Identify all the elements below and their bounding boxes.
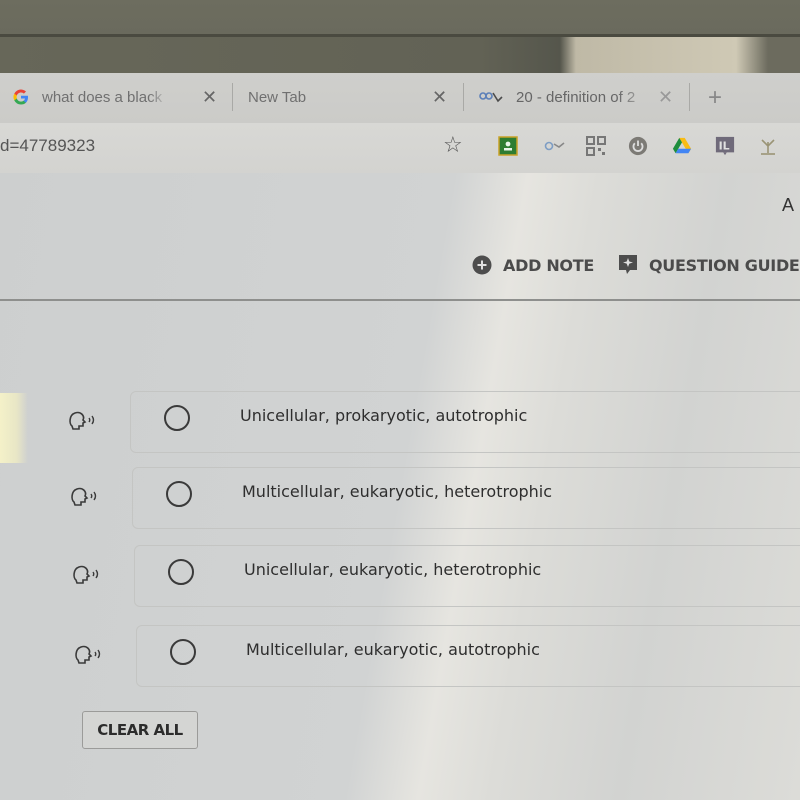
- close-tab-icon[interactable]: ✕: [658, 87, 673, 108]
- screen-glare: [0, 393, 28, 463]
- tab-separator: [463, 83, 464, 111]
- google-classroom-icon[interactable]: [498, 136, 518, 156]
- plus-circle-icon: [472, 255, 492, 275]
- question-guide-button[interactable]: QUESTION GUIDE: [618, 255, 800, 275]
- option-text: Unicellular, prokaryotic, autotrophic: [240, 406, 528, 425]
- tab-google-search[interactable]: what does a black ✕: [12, 83, 222, 111]
- power-icon[interactable]: [628, 136, 648, 156]
- tab-strip: what does a black ✕ New Tab ✕ 20 - defin…: [0, 73, 800, 123]
- antenna-icon[interactable]: [758, 136, 778, 156]
- text-to-speech-icon[interactable]: [70, 485, 104, 507]
- url-field[interactable]: d=47789323: [0, 136, 95, 156]
- tab-title: what does a black: [42, 88, 163, 106]
- google-drive-icon[interactable]: [672, 136, 692, 156]
- section-divider: [0, 299, 800, 301]
- tab-title: 20 - definition of 2: [516, 88, 636, 106]
- address-bar-row: d=47789323 ☆ IL: [0, 123, 800, 173]
- question-page: A ADD NOTE QUESTION GUIDE Unicellular, p…: [0, 173, 800, 800]
- tab-definition[interactable]: 20 - definition of 2 ✕: [478, 83, 688, 111]
- new-tab-button[interactable]: +: [708, 84, 722, 112]
- qr-code-icon[interactable]: [586, 136, 606, 156]
- answer-option[interactable]: Unicellular, eukaryotic, heterotrophic: [72, 545, 800, 607]
- bezel-lower: [0, 37, 800, 73]
- option-text: Multicellular, eukaryotic, autotrophic: [246, 640, 540, 659]
- site-icon: [478, 88, 504, 106]
- tab-separator: [689, 83, 690, 111]
- close-tab-icon[interactable]: ✕: [432, 87, 447, 108]
- text-to-speech-icon[interactable]: [72, 563, 106, 585]
- option-text: Multicellular, eukaryotic, heterotrophic: [242, 482, 553, 501]
- tab-title: New Tab: [248, 88, 307, 106]
- add-note-button[interactable]: ADD NOTE: [472, 255, 594, 275]
- option-radio[interactable]: [166, 481, 192, 507]
- close-tab-icon[interactable]: ✕: [202, 87, 217, 108]
- guide-bubble-icon: [618, 255, 638, 275]
- answer-option[interactable]: Unicellular, prokaryotic, autotrophic: [68, 391, 800, 453]
- option-text: Unicellular, eukaryotic, heterotrophic: [244, 560, 542, 579]
- svg-text:IL: IL: [719, 140, 730, 153]
- text-to-speech-icon[interactable]: [68, 409, 102, 431]
- clear-all-button[interactable]: CLEAR ALL: [82, 711, 198, 749]
- tab-separator: [232, 83, 233, 111]
- option-radio[interactable]: [164, 405, 190, 431]
- question-guide-label: QUESTION GUIDE: [649, 255, 800, 275]
- google-g-icon: [12, 88, 30, 106]
- answer-option[interactable]: Multicellular, eukaryotic, heterotrophic: [70, 467, 800, 529]
- reading-tool-icon[interactable]: [543, 136, 567, 156]
- add-note-label: ADD NOTE: [503, 255, 594, 275]
- option-radio[interactable]: [170, 639, 196, 665]
- tab-new-tab[interactable]: New Tab ✕: [248, 83, 458, 111]
- bookmark-star-icon[interactable]: ☆: [443, 133, 463, 158]
- monitor-bezel: [0, 0, 800, 36]
- immersive-reader-icon[interactable]: IL: [715, 136, 735, 156]
- answer-option[interactable]: Multicellular, eukaryotic, autotrophic: [74, 625, 800, 687]
- option-radio[interactable]: [168, 559, 194, 585]
- header-text-cut: A: [782, 195, 795, 215]
- text-to-speech-icon[interactable]: [74, 643, 108, 665]
